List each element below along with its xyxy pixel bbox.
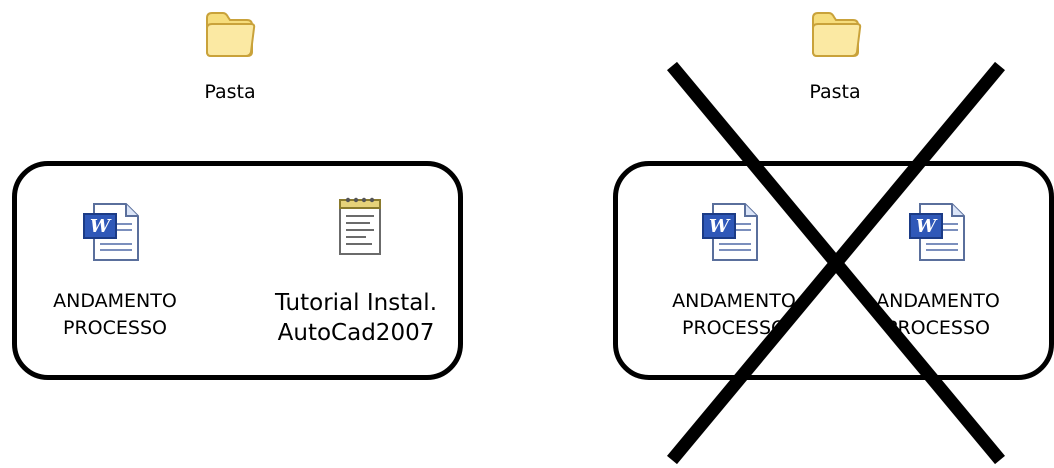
file-label-line2: AutoCad2007 <box>277 320 435 346</box>
file-label-line2: PROCESSO <box>886 317 990 339</box>
left-file-notepad-label[interactable]: Tutorial Instal. AutoCad2007 <box>266 288 446 348</box>
right-file-word-2-label[interactable]: ANDAMENTO PROCESSO <box>853 288 1023 342</box>
right-example: Pasta ANDAMENTO PROCESSO ANDAMENTO PROCE… <box>527 0 1054 468</box>
word-document-icon[interactable] <box>80 200 144 264</box>
right-folder-label[interactable]: Pasta <box>785 79 885 106</box>
left-file-word-label[interactable]: ANDAMENTO PROCESSO <box>30 288 200 342</box>
word-document-icon[interactable] <box>906 200 970 264</box>
file-label-line1: ANDAMENTO <box>53 290 177 312</box>
file-label-line2: PROCESSO <box>63 317 167 339</box>
file-label-line1: ANDAMENTO <box>876 290 1000 312</box>
file-label-line1: ANDAMENTO <box>672 290 796 312</box>
left-example: Pasta ANDAMENTO PROCESSO Tutorial Instal… <box>0 0 527 468</box>
folder-icon[interactable] <box>807 8 863 60</box>
file-label-line1: Tutorial Instal. <box>274 290 438 316</box>
right-file-word-1-label[interactable]: ANDAMENTO PROCESSO <box>649 288 819 342</box>
folder-icon[interactable] <box>201 8 257 60</box>
file-label-line2: PROCESSO <box>682 317 786 339</box>
right-files-panel <box>613 161 1054 380</box>
word-document-icon[interactable] <box>699 200 763 264</box>
notepad-text-file-icon[interactable] <box>328 194 392 258</box>
left-folder-label[interactable]: Pasta <box>180 79 280 106</box>
